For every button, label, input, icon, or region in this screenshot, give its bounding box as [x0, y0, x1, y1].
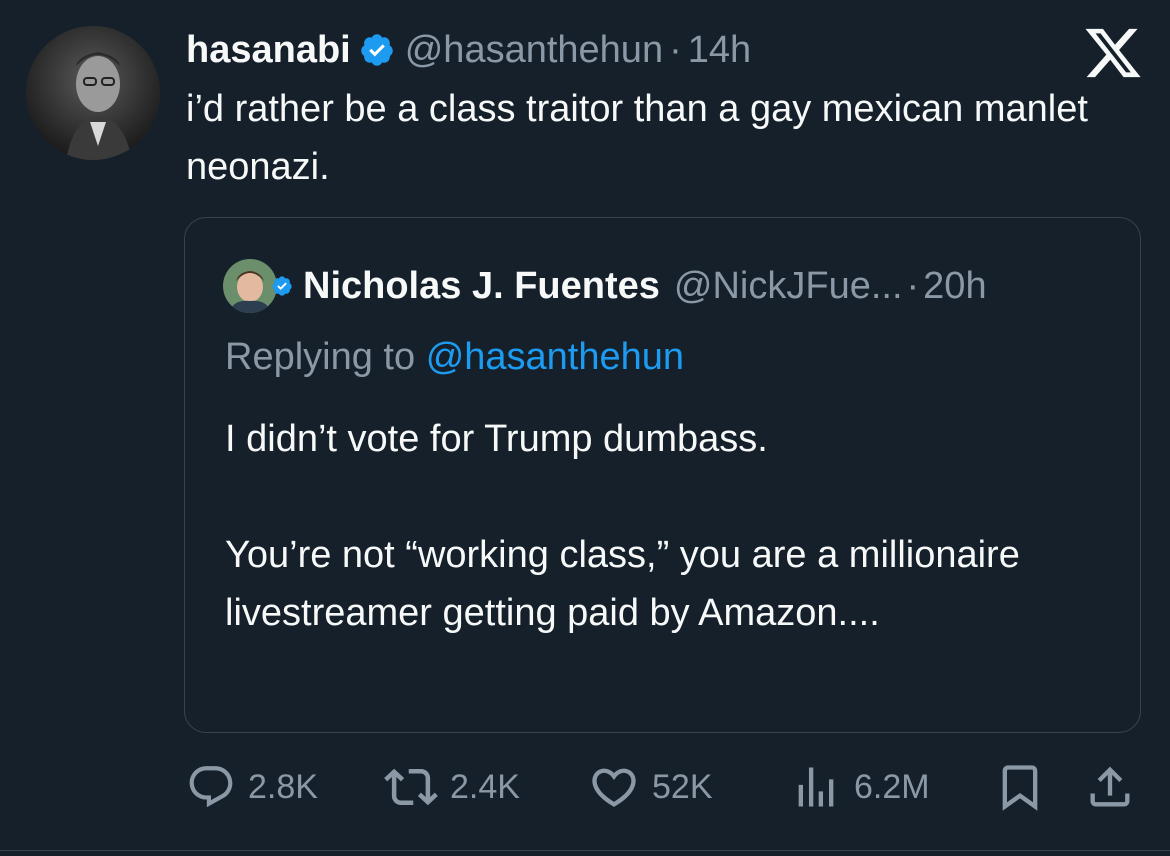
reply-button[interactable]: 2.8K [186, 758, 318, 816]
quoted-author-handle[interactable]: @NickJFue... [674, 265, 903, 308]
reply-icon [189, 766, 233, 808]
quoted-author-avatar[interactable] [223, 259, 277, 313]
separator-dot: · [669, 28, 682, 71]
bookmark-button[interactable] [994, 758, 1046, 816]
quoted-tweet-header: Nicholas J. Fuentes @NickJFue... · 20h [223, 258, 987, 314]
repost-icon [384, 768, 438, 806]
quoted-verified-badge-icon [272, 276, 292, 296]
quoted-separator-dot: · [906, 264, 920, 307]
divider [0, 850, 1170, 851]
x-logo-icon[interactable] [1085, 26, 1143, 80]
share-icon [1090, 766, 1130, 807]
quoted-tweet-card[interactable]: Nicholas J. Fuentes @NickJFue... · 20h R… [184, 217, 1141, 733]
tweet-text: i’d rather be a class traitor than a gay… [186, 88, 1088, 188]
author-handle[interactable]: @hasanthehun [405, 29, 663, 72]
tweet-header: hasanabi @hasanthehun · 14h [186, 22, 751, 78]
share-button[interactable] [1084, 758, 1136, 816]
quoted-text-paragraph: I didn’t vote for Trump dumbass. [225, 418, 768, 460]
like-count: 52K [652, 767, 713, 806]
quoted-tweet-text: I didn’t vote for Trump dumbass. You’re … [225, 410, 1105, 642]
quoted-text-paragraph: You’re not “working class,” you are a mi… [225, 534, 1020, 634]
verified-badge-icon [360, 34, 393, 66]
views-icon [798, 767, 834, 807]
author-avatar[interactable] [26, 26, 160, 160]
replying-to-mention[interactable]: @hasanthehun [426, 336, 684, 378]
tweet-action-bar: 2.8K 2.4K 52K 6.2M [0, 752, 1170, 822]
author-display-name[interactable]: hasanabi [186, 29, 351, 72]
repost-button[interactable]: 2.4K [384, 758, 520, 816]
reply-count: 2.8K [248, 767, 318, 806]
quoted-author-display-name[interactable]: Nicholas J. Fuentes [303, 265, 660, 308]
heart-icon [592, 768, 636, 807]
replying-to-line: Replying to @hasanthehun [225, 336, 684, 379]
quoted-timestamp[interactable]: 20h [923, 265, 986, 308]
like-button[interactable]: 52K [588, 758, 713, 816]
views-button[interactable]: 6.2M [790, 758, 930, 816]
repost-count: 2.4K [450, 767, 520, 806]
view-count: 6.2M [854, 767, 930, 806]
replying-to-prefix: Replying to [225, 336, 416, 378]
tweet-timestamp[interactable]: 14h [688, 29, 751, 72]
bookmark-icon [1002, 765, 1038, 811]
